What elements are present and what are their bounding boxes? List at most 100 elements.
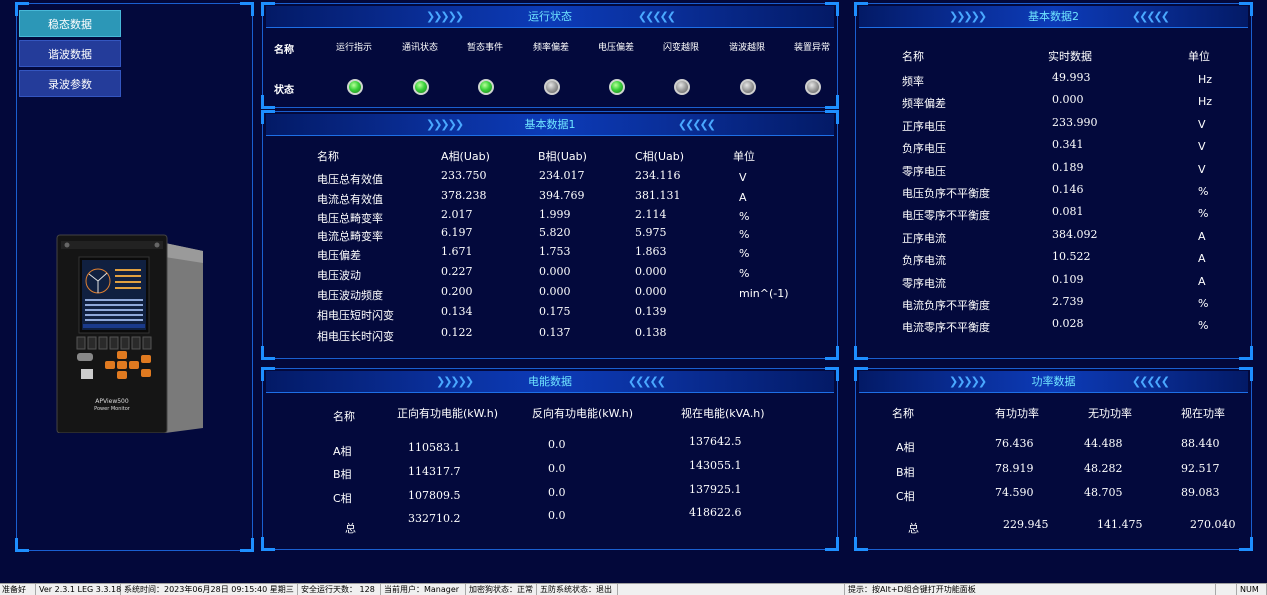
basic1-row-name: 电压总有效值 [317,173,383,186]
status-indicator-green-icon [413,79,429,95]
status-dongle: 加密狗状态：正常 [467,584,537,595]
basic2-row-name: 正序电流 [902,231,946,245]
energy-header-name: 名称 [333,410,355,423]
status-hint: 提示：按Alt+D组合键打开功能面板 [846,584,1216,595]
basic2-row-name: 负序电流 [902,254,946,268]
basic1-header-c: C相(Uab) [635,150,685,163]
status-version: Ver 2.3.1 LEG 3.3.18 [39,584,122,595]
basic2-row-unit: A [1198,252,1206,266]
energy-header-forward: 正向有功电能(kW.h) [397,407,499,420]
energy-row-apparent: 418622.6 [689,506,742,519]
energy-row-name: C相 [333,492,352,505]
status-indicator-green-icon [609,79,625,95]
status-num: NUM [1238,584,1267,595]
basic1-row-b: 0.175 [539,305,571,318]
energy-row-reverse: 0.0 [548,438,566,451]
basic1-row-b: 0.137 [539,326,571,339]
basic1-row-c: 2.114 [635,208,667,221]
power-data-title-bar: ❯❯❯❯❯ 功率数据 ❮❮❮❮❮ [859,371,1248,393]
nav-steady-data[interactable]: 稳态数据 [19,10,121,37]
basic1-row-c: 0.000 [635,265,667,278]
basic1-row-b: 234.017 [539,169,585,182]
basic2-row-unit: % [1198,185,1209,198]
status-safe-days: 安全运行天数： 128 [299,584,381,595]
power-row-reactive: 48.705 [1084,486,1123,499]
basic1-row-a: 0.122 [441,326,473,339]
chevrons-left-icon: ❮❮❮❮❮ [677,118,716,131]
energy-header-reverse: 反向有功电能(kW.h) [532,407,634,420]
status-indicator-gray-icon [544,79,560,95]
status-label-3: 频率偏差 [533,43,570,53]
chevrons-right-icon: ❯❯❯❯❯ [949,375,987,388]
basic1-row-name: 相电压短时闪变 [317,309,394,322]
status-label-6: 谐波越限 [729,43,766,53]
power-header-apparent: 视在功率 [1181,407,1225,420]
basic2-row-name: 电压零序不平衡度 [902,209,990,223]
status-label-7: 装置异常 [794,43,831,53]
energy-row-apparent: 137642.5 [689,435,742,448]
basic2-row-name: 正序电压 [902,119,946,133]
basic1-row-unit: % [739,228,750,241]
basic2-header-unit: 单位 [1188,50,1210,63]
power-header-name: 名称 [892,407,914,420]
basic1-row-name: 电压波动频度 [317,289,383,302]
basic2-row-unit: V [1198,162,1206,176]
basic1-row-unit: V [739,171,747,184]
status-bar: 准备好 Ver 2.3.1 LEG 3.3.18 系统时间：2023年06月28… [0,583,1267,595]
power-header-reactive: 无功功率 [1088,407,1132,420]
basic1-row-unit: A [739,191,747,204]
status-spacer-2 [1217,584,1237,595]
basic1-row-name: 电流总有效值 [317,193,383,206]
run-status-title: 运行状态 [528,10,572,23]
power-row-apparent: 89.083 [1181,486,1220,499]
power-row-name: C相 [896,490,915,503]
power-row-name: B相 [896,466,915,479]
basic1-header-name: 名称 [317,150,339,163]
basic2-row-name: 电流零序不平衡度 [902,321,990,335]
basic1-row-c: 1.863 [635,245,667,258]
basic2-row-value: 0.341 [1052,138,1084,152]
status-label-5: 闪变越限 [663,43,700,53]
basic1-row-name: 相电压长时闪变 [317,330,394,343]
basic1-row-a: 2.017 [441,208,473,221]
chevrons-right-icon: ❯❯❯❯❯ [949,10,987,23]
basic2-row-value: 0.109 [1052,272,1084,286]
basic1-row-b: 1.999 [539,208,571,221]
basic2-row-unit: Hz [1198,73,1213,86]
power-row-active: 229.945 [1003,518,1049,531]
energy-row-reverse: 0.0 [548,509,566,522]
energy-data-title-bar: ❯❯❯❯❯ 电能数据 ❮❮❮❮❮ [266,371,834,393]
nav-wave-record-params[interactable]: 录波参数 [19,70,121,97]
basic1-row-a: 0.134 [441,305,473,318]
basic2-row-value: 0.189 [1052,160,1084,174]
basic1-row-c: 0.000 [635,285,667,298]
basic2-row-name: 零序电压 [902,164,946,178]
chevrons-right-icon: ❯❯❯❯❯ [436,375,474,388]
basic1-header-unit: 单位 [733,150,755,163]
basic1-row-a: 0.200 [441,285,473,298]
basic1-row-b: 0.000 [539,285,571,298]
basic1-row-a: 233.750 [441,169,487,182]
basic2-row-value: 0.000 [1052,93,1084,107]
basic2-row-value: 2.739 [1052,295,1084,308]
basic1-row-unit: min^(-1) [739,287,789,300]
energy-row-forward: 107809.5 [408,489,461,502]
power-row-reactive: 48.282 [1084,462,1123,475]
energy-row-name: A相 [333,445,352,458]
nav-harmonic-data[interactable]: 谐波数据 [19,40,121,67]
status-indicator-gray-icon [674,79,690,95]
status-spacer [619,584,845,595]
basic2-row-unit: Hz [1198,95,1213,109]
basic2-row-unit: A [1198,274,1206,288]
basic1-row-unit: % [739,210,750,223]
basic1-row-c: 234.116 [635,169,681,182]
basic-data-1-title-bar: ❯❯❯❯❯ 基本数据1 ❮❮❮❮❮ [266,114,834,136]
basic2-row-value: 233.990 [1052,115,1098,129]
energy-header-apparent: 视在电能(kVA.h) [681,407,765,420]
basic1-row-name: 电流总畸变率 [317,230,383,243]
power-row-active: 76.436 [995,437,1034,450]
energy-row-reverse: 0.0 [548,486,566,499]
basic1-row-a: 378.238 [441,189,487,202]
basic-data-2-title: 基本数据2 [1028,10,1079,23]
basic1-header-b: B相(Uab) [538,150,587,163]
